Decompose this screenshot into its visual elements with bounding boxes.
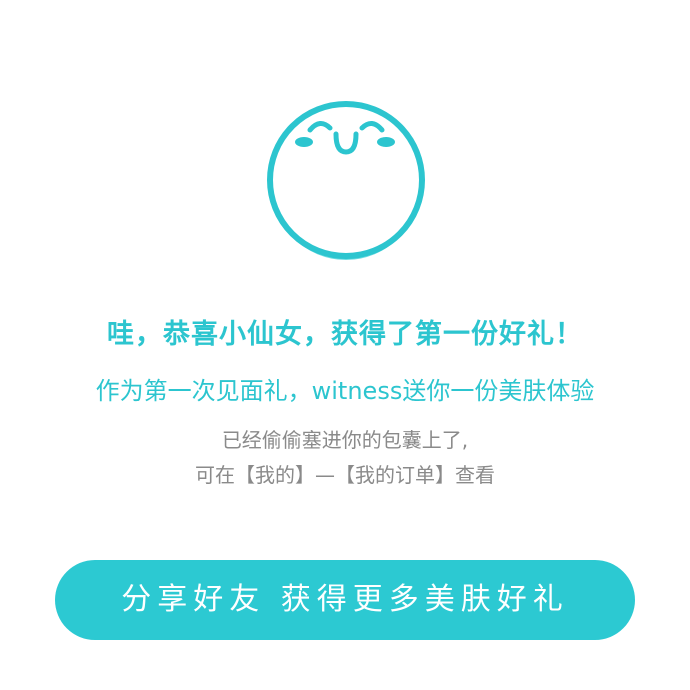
success-page: 哇，恭喜小仙女，获得了第一份好礼！ 作为第一次见面礼，witness送你一份美肤… — [0, 0, 690, 690]
order-info-line-2: 可在【我的】—【我的订单】查看 — [195, 463, 495, 487]
gift-subtitle: 作为第一次见面礼，witness送你一份美肤体验 — [95, 377, 595, 405]
order-info-line-1: 已经偷偷塞进你的包囊上了, — [221, 428, 469, 452]
smiling-face-icon — [262, 96, 430, 264]
congrats-title: 哇，恭喜小仙女，获得了第一份好礼！ — [107, 319, 583, 350]
share-friends-button[interactable]: 分享好友 获得更多美肤好礼 — [55, 560, 635, 640]
